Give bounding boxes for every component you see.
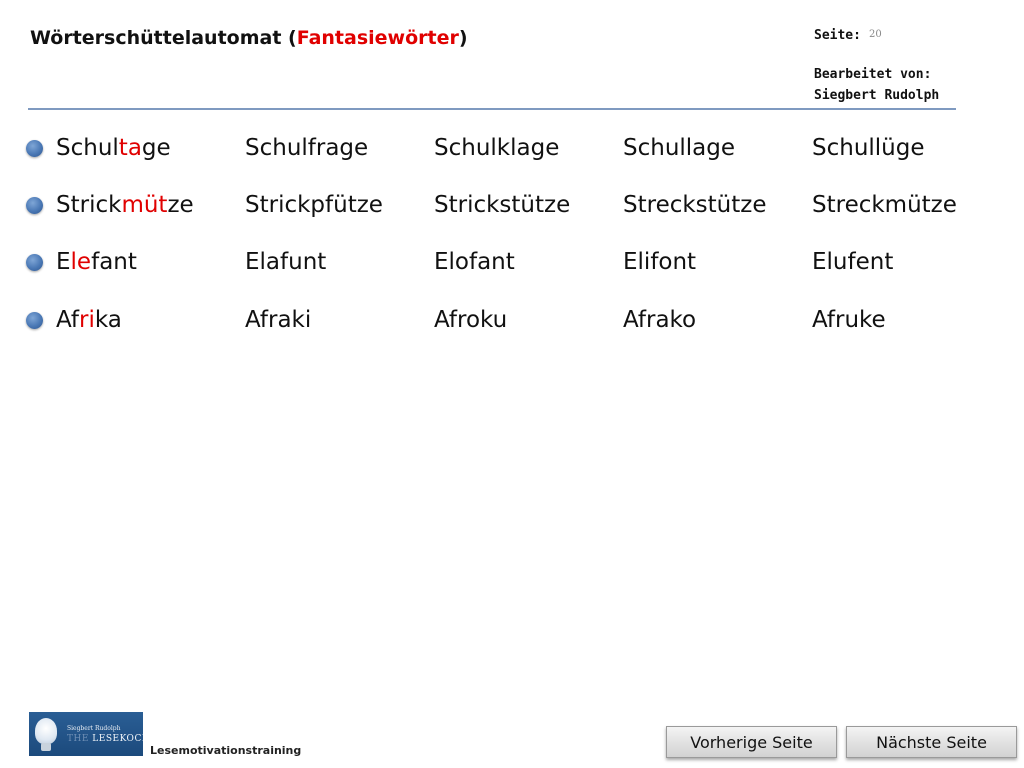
title-suffix: ) (458, 27, 468, 49)
edited-by-label: Bearbeitet von: (814, 67, 932, 82)
bullet-icon (26, 312, 43, 329)
variant-word: Strickstütze (434, 192, 571, 218)
bullet-icon (26, 197, 43, 214)
base-word: Elefant (56, 249, 137, 275)
word-row: Elefant Elafunt Elofant Elifont Elufent (0, 245, 1024, 285)
variant-word: Afrako (623, 307, 697, 333)
highlighted-syllable: ri (79, 307, 95, 333)
lightbulb-base-icon (41, 743, 51, 751)
variant-word: Elufent (812, 249, 894, 275)
variant-word: Streckstütze (623, 192, 767, 218)
bullet-icon (26, 254, 43, 271)
header-divider (28, 108, 956, 110)
footer-label: Lesemotivationstraining (150, 744, 302, 757)
highlighted-syllable: le (70, 249, 92, 275)
title-accent: Fantasiewörter (296, 27, 459, 49)
title-prefix: Wörterschüttelautomat ( (30, 27, 297, 49)
page-label: Seite: (814, 28, 861, 43)
lightbulb-icon (35, 718, 57, 744)
variant-word: Schulfrage (245, 135, 369, 161)
variant-word: Schullüge (812, 135, 925, 161)
lesekoch-logo: Siegbert Rudolph THE LESEKOCH (29, 712, 143, 756)
word-row: Strickmütze Strickpfütze Strickstütze St… (0, 188, 1024, 228)
highlighted-syllable: müt (121, 192, 168, 218)
page-title: Wörterschüttelautomat (Fantasiewörter) (30, 27, 468, 49)
variant-word: Elifont (623, 249, 697, 275)
variant-word: Afroku (434, 307, 508, 333)
variant-word: Elofant (434, 249, 515, 275)
variant-word: Schullage (623, 135, 736, 161)
base-word: Schultage (56, 135, 171, 161)
base-word: Strickmütze (56, 192, 194, 218)
author-name: Siegbert Rudolph (814, 88, 940, 103)
variant-word: Schulklage (434, 135, 560, 161)
variant-word: Elafunt (245, 249, 327, 275)
variant-word: Streckmütze (812, 192, 957, 218)
variant-word: Strickpfütze (245, 192, 383, 218)
previous-page-button[interactable]: Vorherige Seite (666, 726, 837, 758)
variant-word: Afruke (812, 307, 886, 333)
highlighted-syllable: ta (118, 135, 142, 161)
word-row: Afrika Afraki Afroku Afrako Afruke (0, 303, 1024, 343)
logo-wordmark: THE LESEKOCH (67, 734, 143, 744)
base-word: Afrika (56, 307, 122, 333)
bullet-icon (26, 140, 43, 157)
word-row: Schultage Schulfrage Schulklage Schullag… (0, 131, 1024, 171)
next-page-button[interactable]: Nächste Seite (846, 726, 1017, 758)
variant-word: Afraki (245, 307, 312, 333)
page-number: 20 (869, 29, 882, 40)
logo-author: Siegbert Rudolph (67, 725, 121, 732)
